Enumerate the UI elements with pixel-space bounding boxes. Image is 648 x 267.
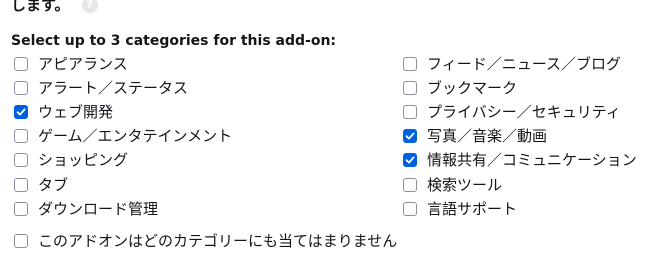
category-checkbox[interactable]	[403, 177, 417, 192]
no-category-option[interactable]: このアドオンはどのカテゴリーにも当てはまりません	[14, 229, 397, 253]
category-checkbox[interactable]	[403, 153, 417, 168]
category-label: ダウンロード管理	[38, 199, 159, 218]
category-item[interactable]: プライバシー／セキュリティ	[403, 100, 637, 124]
category-label: 言語サポート	[427, 199, 518, 218]
category-label: ショッピング	[38, 151, 129, 170]
category-label: フィード／ニュース／ブログ	[427, 55, 621, 74]
category-item[interactable]: 写真／音楽／動画	[403, 124, 637, 148]
intro-text: します。 ?	[11, 0, 98, 14]
category-column-right: フィード／ニュース／ブログ ブックマーク プライバシー／セキュリティ 写真／音楽…	[403, 52, 637, 221]
category-checkbox[interactable]	[14, 177, 28, 192]
category-checkbox[interactable]	[14, 57, 28, 72]
category-label: 検索ツール	[427, 175, 503, 194]
intro-text-fragment: します。	[11, 0, 70, 14]
category-checkbox[interactable]	[403, 201, 417, 216]
category-label: 情報共有／コミュニケーション	[427, 151, 637, 170]
category-label: プライバシー／セキュリティ	[427, 103, 621, 122]
category-item[interactable]: 情報共有／コミュニケーション	[403, 148, 637, 172]
categories-heading: Select up to 3 categories for this add-o…	[11, 33, 337, 49]
category-checkbox[interactable]	[403, 129, 417, 144]
category-item[interactable]: ゲーム／エンタテインメント	[14, 124, 232, 148]
category-label: タブ	[38, 175, 69, 194]
category-label: ウェブ開発	[38, 103, 114, 122]
category-item[interactable]: ダウンロード管理	[14, 197, 232, 221]
category-item[interactable]: アピアランス	[14, 52, 232, 76]
category-label: アピアランス	[38, 55, 128, 74]
category-checkbox[interactable]	[403, 81, 417, 96]
category-label: 写真／音楽／動画	[427, 127, 548, 146]
category-checkbox[interactable]	[14, 81, 28, 96]
no-category-label: このアドオンはどのカテゴリーにも当てはまりません	[38, 232, 398, 251]
category-item[interactable]: タブ	[14, 172, 232, 196]
category-item[interactable]: 検索ツール	[403, 172, 637, 196]
category-item[interactable]: ショッピング	[14, 148, 232, 172]
category-checkbox[interactable]	[403, 57, 417, 72]
category-checkbox[interactable]	[14, 153, 28, 168]
category-checkbox[interactable]	[403, 105, 417, 120]
help-icon[interactable]: ?	[81, 0, 98, 13]
category-item[interactable]: 言語サポート	[403, 197, 637, 221]
category-label: アラート／ステータス	[38, 79, 189, 98]
checkmark-icon	[16, 108, 26, 116]
category-column-left: アピアランス アラート／ステータス ウェブ開発 ゲーム／エンタテインメント ショ…	[14, 52, 232, 221]
category-label: ブックマーク	[427, 79, 518, 98]
category-label: ゲーム／エンタテインメント	[38, 127, 233, 146]
category-item[interactable]: アラート／ステータス	[14, 76, 232, 100]
category-item[interactable]: フィード／ニュース／ブログ	[403, 52, 637, 76]
category-checkbox[interactable]	[14, 129, 28, 144]
no-category-checkbox[interactable]	[14, 234, 28, 249]
category-checkbox[interactable]	[14, 105, 28, 120]
checkmark-icon	[405, 132, 415, 140]
category-item[interactable]: ウェブ開発	[14, 100, 232, 124]
category-checkbox[interactable]	[14, 201, 28, 216]
checkmark-icon	[405, 156, 415, 164]
category-item[interactable]: ブックマーク	[403, 76, 637, 100]
